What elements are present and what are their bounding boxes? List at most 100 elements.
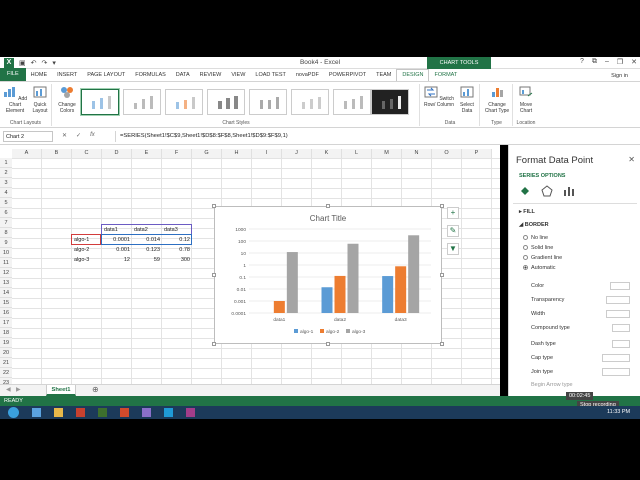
resize-handle[interactable] [326, 204, 330, 208]
y-tick-label[interactable]: 100 [238, 239, 246, 245]
sign-in-link[interactable]: Sign in [611, 73, 628, 79]
resize-handle[interactable] [212, 273, 216, 277]
value-cell[interactable]: 300 [162, 255, 192, 265]
row-header[interactable]: 14 [0, 288, 12, 298]
column-header[interactable]: D [102, 149, 132, 158]
switch-row-column-button[interactable]: Switch Row/ Column [423, 86, 455, 108]
tab-data[interactable]: DATA [171, 72, 195, 81]
width-spinner[interactable] [606, 310, 630, 318]
pane-close-icon[interactable]: ✕ [628, 155, 635, 164]
taskbar-media-icon[interactable] [76, 408, 85, 417]
join-type-dropdown[interactable] [602, 368, 630, 376]
tab-view[interactable]: VIEW [226, 72, 250, 81]
row-header[interactable]: 9 [0, 238, 12, 248]
row-header[interactable]: 21 [0, 358, 12, 368]
x-tick-label[interactable]: data1 [273, 317, 285, 323]
row-header[interactable]: 4 [0, 188, 12, 198]
row-header[interactable]: 11 [0, 258, 12, 268]
cancel-icon[interactable]: ✕ [62, 132, 67, 139]
add-chart-element-button[interactable]: Add Chart Element [2, 86, 28, 114]
chart-style-6[interactable] [291, 89, 329, 115]
minimize-icon[interactable]: – [605, 58, 609, 66]
legend-swatch[interactable] [346, 329, 350, 333]
row-label-cell[interactable]: algo-1 [72, 235, 102, 245]
resize-handle[interactable] [212, 342, 216, 346]
x-tick-label[interactable]: data3 [395, 317, 407, 323]
header-cell[interactable]: data3 [162, 225, 192, 235]
chart-object[interactable]: Chart Title 1000 100 10 1 0.1 0.01 0.001 0.0001 d… [212, 204, 444, 346]
chart-style-7[interactable] [333, 89, 371, 115]
y-tick-label[interactable]: 0.1 [239, 275, 246, 281]
tab-design[interactable]: DESIGN [396, 69, 430, 81]
value-cell[interactable]: 12 [102, 255, 132, 265]
border-section[interactable]: ◢ BORDER [519, 222, 549, 228]
column-header[interactable]: B [42, 149, 72, 158]
column-header[interactable]: M [372, 149, 402, 158]
column-header[interactable]: J [282, 149, 312, 158]
select-data-button[interactable]: Select Data [456, 86, 478, 114]
chart-style-1[interactable] [81, 89, 119, 115]
column-header[interactable]: C [72, 149, 102, 158]
resize-handle[interactable] [212, 204, 216, 208]
sheet-nav-prev-icon[interactable]: ◀ [6, 386, 11, 393]
row-header[interactable]: 7 [0, 218, 12, 228]
bar-algo-3-data1[interactable] [286, 252, 298, 313]
taskbar-app-icon[interactable] [142, 408, 151, 417]
row-header[interactable]: 22 [0, 368, 12, 378]
cap-type-dropdown[interactable] [602, 354, 630, 362]
chart-style-8[interactable] [371, 89, 409, 115]
effects-pentagon-icon[interactable] [541, 185, 553, 197]
bar-algo-3-data3[interactable] [408, 235, 420, 313]
compound-type-dropdown[interactable] [612, 324, 630, 332]
chart-style-3[interactable] [165, 89, 203, 115]
legend-swatch[interactable] [294, 329, 298, 333]
bar-algo-1-data2[interactable] [321, 287, 333, 313]
legend-label[interactable]: algo-2 [326, 329, 340, 335]
restore-icon[interactable]: ❐ [617, 58, 623, 66]
tab-powerpivot[interactable]: POWERPIVOT [324, 72, 371, 81]
worksheet-grid[interactable]: ABCDEFGHIJKLMNOP 1 2 3 4 5 6 7 8 9 10 11 12 13 14 15 16… [0, 145, 500, 384]
taskbar-powerpoint-icon[interactable] [120, 408, 129, 417]
resize-handle[interactable] [440, 342, 444, 346]
resize-handle[interactable] [440, 273, 444, 277]
formula-input[interactable]: =SERIES(Sheet1!$C$9,Sheet1!$D$8:$F$8,She… [115, 131, 635, 142]
chart-styles-brush-icon[interactable]: ✎ [447, 225, 459, 237]
chart-style-4[interactable] [207, 89, 245, 115]
column-header[interactable]: K [312, 149, 342, 158]
chart-style-2[interactable] [123, 89, 161, 115]
tab-review[interactable]: REVIEW [195, 72, 227, 81]
resize-handle[interactable] [326, 342, 330, 346]
chart-style-5[interactable] [249, 89, 287, 115]
row-label-cell[interactable]: algo-2 [72, 245, 102, 255]
close-icon[interactable]: ✕ [631, 58, 637, 66]
insert-function-icon[interactable]: fx [90, 132, 95, 139]
enter-icon[interactable]: ✓ [76, 132, 81, 139]
row-header[interactable]: 20 [0, 348, 12, 358]
tab-load-test[interactable]: LOAD TEST [250, 72, 290, 81]
bar-algo-2-data1[interactable] [273, 301, 285, 313]
new-sheet-plus-icon[interactable]: ⊕ [92, 385, 99, 394]
ribbon-display-icon[interactable]: ⧉ [592, 58, 597, 66]
chart-elements-plus-icon[interactable]: + [447, 207, 459, 219]
bar-algo-3-data2[interactable] [347, 243, 359, 313]
row-header[interactable]: 17 [0, 318, 12, 328]
value-cell[interactable]: 59 [132, 255, 162, 265]
value-cell[interactable]: 0.0001 [102, 235, 132, 245]
bar-algo-2-data2[interactable] [334, 275, 346, 313]
automatic-radio[interactable]: Automatic [523, 265, 555, 271]
bar-algo-1-data3[interactable] [382, 276, 394, 313]
change-chart-type-button[interactable]: Change Chart Type [482, 86, 512, 114]
column-header[interactable]: E [132, 149, 162, 158]
legend-swatch[interactable] [320, 329, 324, 333]
gradient-line-radio[interactable]: Gradient line [523, 255, 562, 261]
no-line-radio[interactable]: No line [523, 235, 548, 241]
header-cell[interactable]: data2 [132, 225, 162, 235]
row-header[interactable]: 3 [0, 178, 12, 188]
legend-label[interactable]: algo-1 [300, 329, 314, 335]
taskbar-app-icon[interactable] [164, 408, 173, 417]
tab-page-layout[interactable]: PAGE LAYOUT [82, 72, 130, 81]
column-header[interactable]: H [222, 149, 252, 158]
change-colors-button[interactable]: Change Colors [56, 86, 78, 114]
row-header[interactable]: 8 [0, 228, 12, 238]
column-header[interactable]: O [432, 149, 462, 158]
